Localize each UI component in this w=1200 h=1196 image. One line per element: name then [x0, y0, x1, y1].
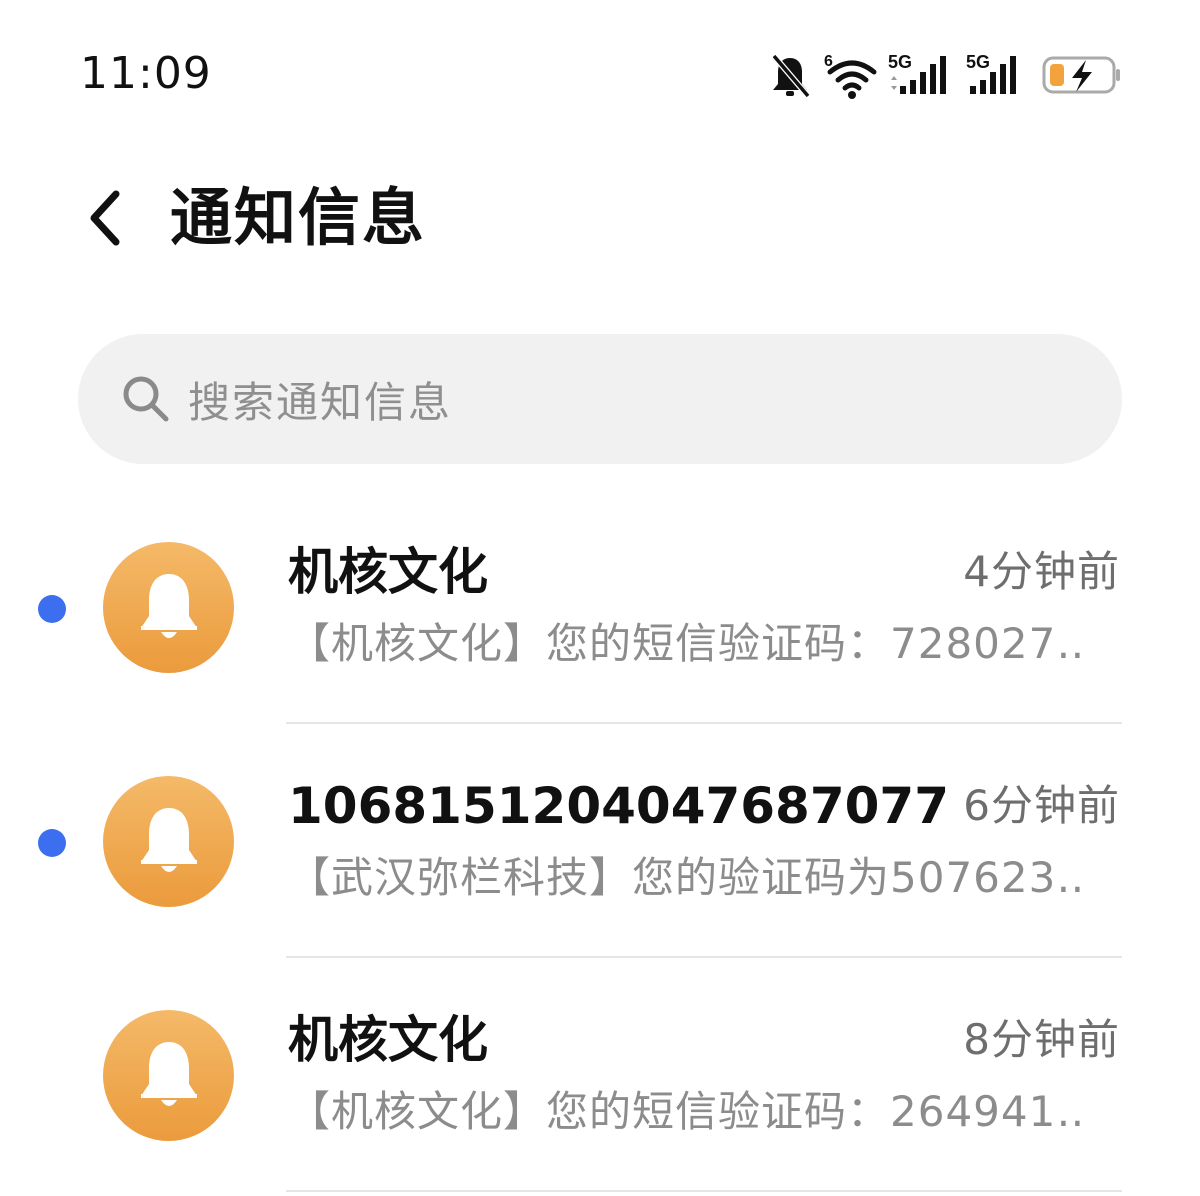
message-sender: 1068151204047687077	[288, 777, 950, 835]
avatar	[103, 1010, 234, 1141]
message-item[interactable]: 1068151204047687077 6分钟前 【武汉弥栏科技】您的验证码为5…	[0, 724, 1200, 958]
mute-icon	[771, 54, 811, 98]
message-time: 6分钟前	[963, 781, 1120, 830]
svg-text:6: 6	[824, 53, 833, 70]
search-icon	[123, 376, 169, 422]
unread-dot	[38, 595, 66, 623]
chevron-left-icon	[90, 190, 120, 246]
page-title: 通知信息	[170, 181, 427, 254]
unread-dot	[38, 829, 66, 857]
svg-text:5G: 5G	[966, 52, 990, 72]
message-list: 机核文化 4分钟前 【机核文化】您的短信验证码：728027… 10681512…	[0, 490, 1200, 1192]
avatar	[103, 542, 234, 673]
message-preview: 【武汉弥栏科技】您的验证码为507623…	[288, 853, 1088, 902]
message-sender: 机核文化	[288, 543, 488, 601]
avatar	[103, 776, 234, 907]
message-item[interactable]: 机核文化 8分钟前 【机核文化】您的短信验证码：264941…	[0, 958, 1200, 1192]
message-item[interactable]: 机核文化 4分钟前 【机核文化】您的短信验证码：728027…	[0, 490, 1200, 724]
message-time: 8分钟前	[963, 1015, 1120, 1064]
search-input[interactable]: 搜索通知信息	[78, 334, 1122, 464]
back-button[interactable]	[74, 182, 134, 254]
status-icons: 6 5G 5G	[762, 46, 1122, 102]
message-time: 4分钟前	[963, 547, 1120, 596]
bell-icon	[140, 1041, 197, 1106]
status-time: 11:09	[80, 48, 212, 99]
wifi-icon: 6	[824, 53, 877, 99]
message-preview: 【机核文化】您的短信验证码：728027…	[288, 619, 1088, 668]
message-preview: 【机核文化】您的短信验证码：264941…	[288, 1087, 1088, 1136]
bell-icon	[140, 807, 197, 872]
message-sender: 机核文化	[288, 1011, 488, 1069]
divider	[286, 1190, 1122, 1192]
battery-charging-icon	[1042, 56, 1120, 94]
svg-text:5G: 5G	[888, 52, 912, 72]
bell-icon	[140, 573, 197, 638]
signal-5g-2-icon: 5G	[966, 52, 1016, 94]
signal-5g-1-icon: 5G	[888, 52, 946, 94]
search-placeholder: 搜索通知信息	[188, 377, 453, 427]
